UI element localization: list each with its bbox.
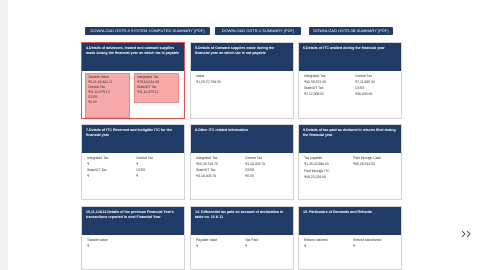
- taxable-value: ₹: [87, 244, 90, 248]
- value: ₹1,29,70,796.99: [196, 80, 221, 84]
- integrated-tax-label: Integrated Tax: [196, 156, 218, 160]
- tax-paid-value: ₹: [245, 244, 248, 248]
- cess-label: CESS: [355, 86, 365, 90]
- state-tax-value: ₹: [87, 174, 90, 178]
- table-7-card[interactable]: 7.Details of ITC Reversed and Ineligible…: [81, 124, 185, 200]
- card-title: 15. Particulars of Demands and Refunds: [299, 207, 401, 235]
- integrated-tax-value: ₹36,95,572.49: [304, 80, 326, 84]
- cess-value: ₹0.00: [245, 174, 254, 178]
- tax-payable-label: Tax payable: [304, 156, 323, 160]
- central-tax-label: Central Tax: [245, 156, 263, 160]
- table-4-left-values: Taxable Value ₹5,21,62,461.11 Central Ta…: [85, 73, 130, 118]
- central-tax-value: ₹7,11,659.30: [355, 80, 375, 84]
- refund-sanctioned-value: ₹: [353, 244, 356, 248]
- table-8-card[interactable]: 8.Other ITC related information Integrat…: [190, 124, 294, 200]
- download-gstr1-summary-button[interactable]: DOWNLOAD GSTR-1 SUMMARY (PDF): [215, 27, 301, 35]
- tax-payable-value: ₹1,35,43,586.00: [304, 162, 329, 166]
- cess-label: CESS: [136, 168, 146, 172]
- cess-value: ₹0.00: [88, 100, 97, 104]
- cess-value: ₹: [136, 174, 139, 178]
- refund-claimed-value: ₹: [304, 244, 307, 248]
- paid-itc-value: ₹48,23,234.00: [304, 175, 326, 179]
- collapse-icon[interactable]: [460, 230, 472, 240]
- card-title: 10,11,12&13.Details of the previous Fina…: [82, 207, 184, 235]
- state-tax-label: State/UT Tax: [87, 168, 107, 172]
- left-sidebar: [0, 0, 8, 270]
- refund-sanctioned-label: Refund sanctioned: [353, 238, 382, 242]
- tax-paid-label: Tax Paid: [245, 238, 259, 242]
- table-4-right-values: Integrated Tax ₹75,15,614.48 State/UT Ta…: [134, 73, 179, 103]
- card-title: 8.Other ITC related information: [191, 125, 293, 153]
- card-title: 5.Details of Outward supplies made durin…: [191, 43, 293, 71]
- state-tax-label: State/UT Tax: [196, 168, 216, 172]
- integrated-tax-label: Integrated Tax: [304, 74, 326, 78]
- card-title: 7.Details of ITC Reversed and Ineligible…: [82, 125, 184, 153]
- payable-value-label: Payable value: [196, 238, 218, 242]
- table-15-card[interactable]: 15. Particulars of Demands and Refunds R…: [298, 206, 402, 270]
- download-gstr3b-summary-button[interactable]: DOWNLOAD GSTR-3B SUMMARY (PDF): [309, 27, 393, 35]
- table-5-card[interactable]: 5.Details of Outward supplies made durin…: [190, 42, 294, 119]
- value-label: Value: [196, 74, 205, 78]
- state-tax-value: ₹11,10,579.12: [137, 90, 159, 94]
- card-title: 6.Details of ITC availed during the fina…: [299, 43, 401, 71]
- cess-label: CESS: [245, 168, 255, 172]
- state-tax-label: State/UT Tax: [304, 86, 324, 90]
- paid-itc-label: Paid through ITC: [304, 169, 330, 173]
- card-title: 9.Details of tax paid as declared in ret…: [299, 125, 401, 153]
- paid-cash-label: Paid through Cash: [353, 156, 382, 160]
- central-tax-value: ₹3,18,409.76: [245, 162, 266, 166]
- card-title: 14. Differential tax paid on account of …: [191, 207, 293, 235]
- table-4-card[interactable]: 4.Details of advances, inward and outwar…: [81, 42, 185, 119]
- table-10-13-card[interactable]: 10,11,12&13.Details of the previous Fina…: [81, 206, 185, 270]
- table-6-card[interactable]: 6.Details of ITC availed during the fina…: [298, 42, 402, 119]
- state-tax-value: ₹7,12,908.00: [304, 92, 325, 96]
- refund-claimed-label: Refund claimed: [304, 238, 328, 242]
- paid-cash-value: ₹55,25,914.00: [353, 162, 375, 166]
- card-title: 4.Details of advances, inward and outwar…: [82, 43, 184, 71]
- central-tax-label: Central Tax: [136, 156, 154, 160]
- integrated-tax-value: ₹: [87, 162, 90, 166]
- central-tax-value: ₹: [136, 162, 139, 166]
- integrated-tax-value: ₹20,30,315.75: [196, 162, 218, 166]
- integrated-tax-label: Integrated Tax: [87, 156, 109, 160]
- download-computed-summary-button[interactable]: DOWNLOAD GSTR-9 SYSTEM COMPUTED SUMMARY …: [85, 27, 210, 35]
- cess-value: ₹36,000.00: [355, 92, 373, 96]
- state-tax-value: ₹3,18,409.76: [196, 174, 217, 178]
- table-9-card[interactable]: 9.Details of tax paid as declared in ret…: [298, 124, 402, 200]
- table-14-card[interactable]: 14. Differential tax paid on account of …: [190, 206, 294, 270]
- central-tax-label: Central Tax: [355, 74, 373, 78]
- taxable-value-label: Taxable value: [87, 238, 108, 242]
- payable-value: ₹: [196, 244, 199, 248]
